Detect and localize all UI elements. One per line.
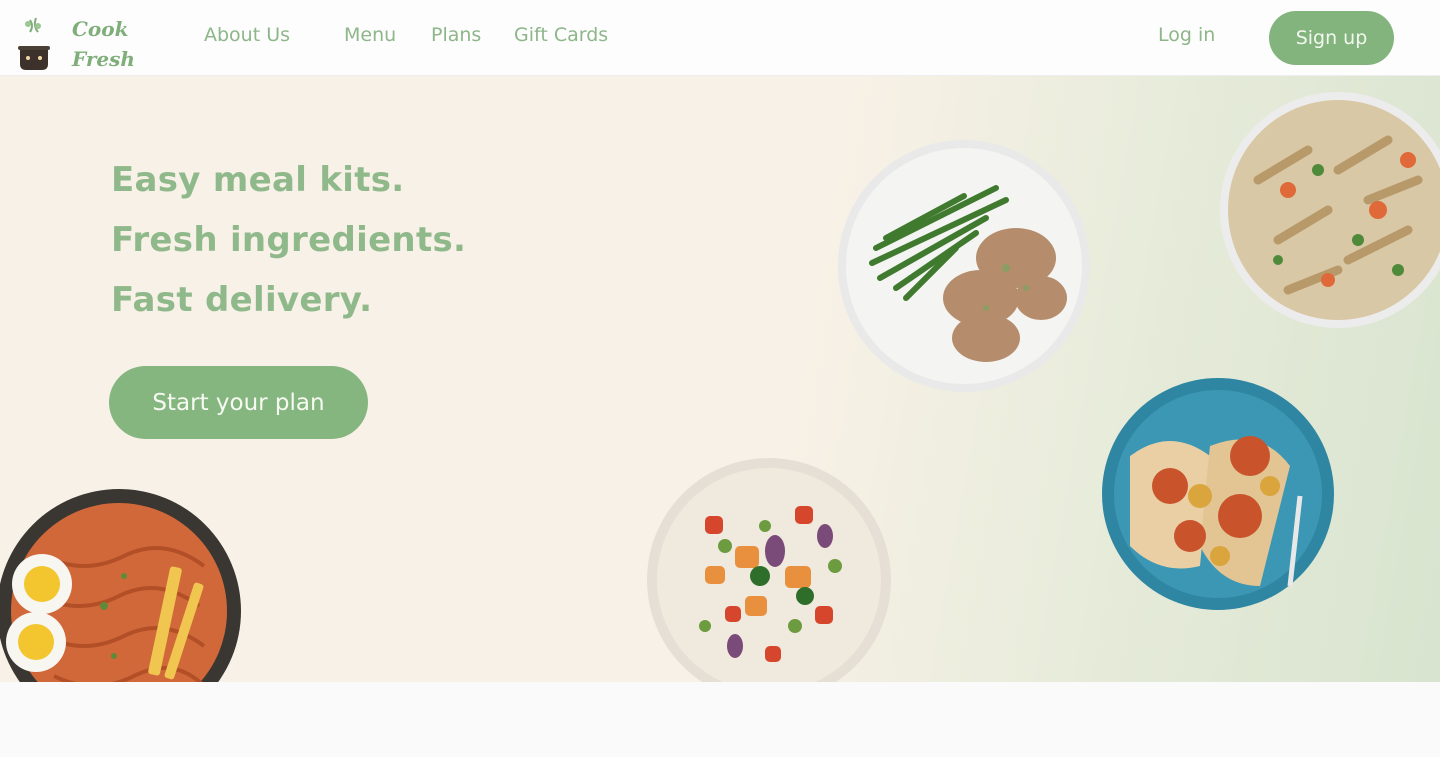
hero-section: Easy meal kits. Fresh ingredients. Fast …: [0, 76, 1440, 682]
nav-plans-link[interactable]: Plans: [431, 24, 481, 46]
noodle-egg-pan-image: [0, 486, 244, 682]
hero-headline-1: Easy meal kits.: [111, 160, 405, 200]
below-fold-area: [0, 682, 1440, 757]
nav-about-us-link[interactable]: About Us: [204, 24, 290, 46]
login-link[interactable]: Log in: [1158, 24, 1215, 46]
navbar: Cook Fresh About Us Menu Plans Gift Card…: [0, 0, 1440, 76]
pasta-primavera-bowl-image: [1218, 90, 1440, 330]
nav-gift-cards-link[interactable]: Gift Cards: [514, 24, 608, 46]
brand-logo[interactable]: Cook Fresh: [14, 6, 144, 72]
brand-name: Cook Fresh: [72, 14, 152, 74]
green-beans-chicken-plate-image: [836, 138, 1092, 394]
bruschetta-toast-plate-image: [1100, 376, 1336, 612]
nav-menu-link[interactable]: Menu: [344, 24, 396, 46]
brand-name-line2: Fresh: [72, 47, 135, 71]
roasted-vegetable-salad-bowl-image: [645, 456, 893, 682]
hero-headline-3: Fast delivery.: [111, 280, 373, 320]
cooking-pot-icon: [18, 17, 50, 70]
start-plan-button[interactable]: Start your plan: [109, 366, 368, 439]
brand-name-line1: Cook: [72, 17, 129, 41]
hero-headline-2: Fresh ingredients.: [111, 220, 467, 260]
signup-button[interactable]: Sign up: [1269, 11, 1394, 65]
